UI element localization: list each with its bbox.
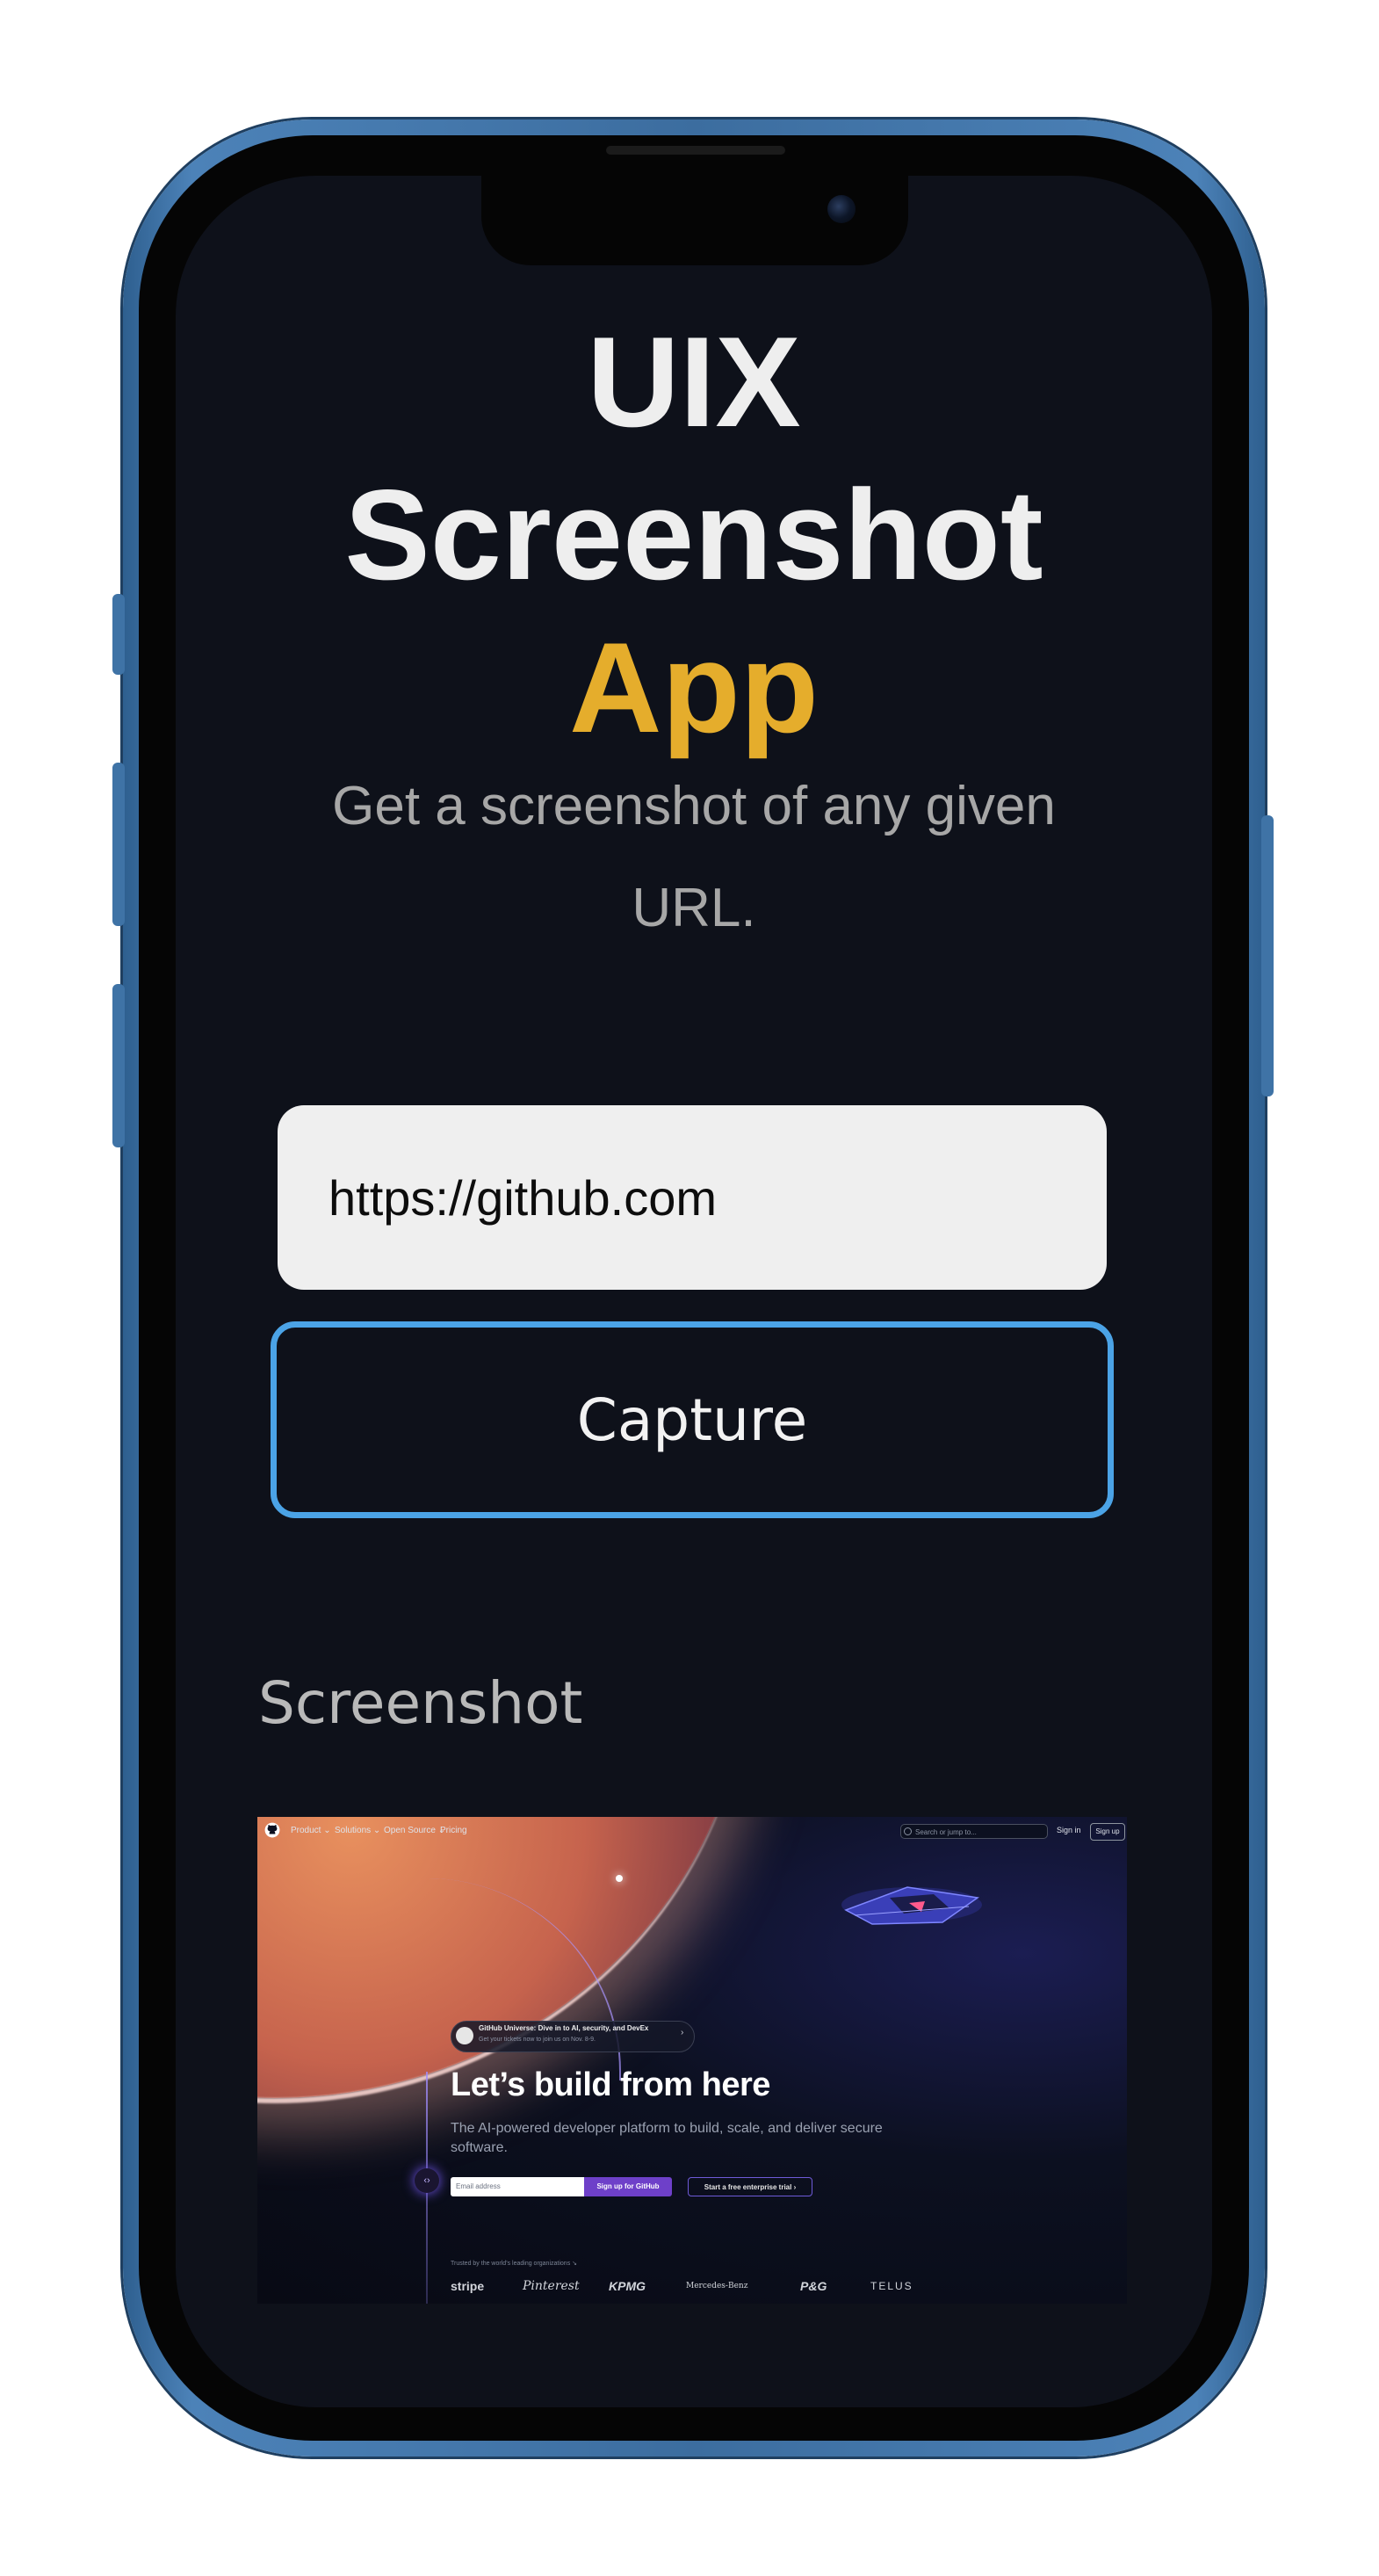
telus-logo: TELUS (870, 2280, 913, 2292)
mute-switch (112, 594, 125, 675)
capture-button[interactable]: Capture (271, 1321, 1114, 1518)
app-title-line-1: UIX (587, 310, 801, 453)
app-subtitle: Get a screenshot of any given URL. (332, 776, 1056, 938)
preview-nav-solutions: Solutions ⌄ (335, 1826, 381, 1835)
github-logo-icon (264, 1822, 280, 1838)
notch (481, 176, 908, 265)
preview-star (616, 1875, 623, 1882)
url-input[interactable] (278, 1105, 1107, 1290)
stripe-logo: stripe (451, 2279, 485, 2293)
preview-customer-logos: stripe Pinterest KPMG Mercedes-Benz P&G … (451, 2276, 978, 2297)
volume-down-button (112, 984, 125, 1147)
app-title-line-3: App (569, 616, 819, 759)
preview-announcement-subtitle: Get your tickets now to join us on Nov. … (479, 2037, 596, 2043)
search-icon (904, 1827, 912, 1835)
power-button (1261, 815, 1274, 1096)
app-title-line-2: Screenshot (344, 463, 1043, 606)
preview-nav-open-source: Open Source ⌄ (384, 1826, 446, 1835)
preview-announcement-title: GitHub Universe: Dive in to AI, security… (479, 2024, 649, 2032)
front-camera-icon (827, 195, 856, 223)
preview-email-field: Email address (451, 2177, 584, 2196)
kpmg-logo: KPMG (609, 2279, 646, 2293)
preview-nav-pricing: Pricing (440, 1826, 467, 1835)
mercedes-benz-logo: Mercedes-Benz (686, 2282, 748, 2290)
pg-logo: P&G (800, 2279, 827, 2293)
pinterest-logo: Pinterest (523, 2279, 580, 2293)
preview-enterprise-button: Start a free enterprise trial › (688, 2177, 812, 2196)
screenshot-preview: ‹› Product ⌄ Solutions ⌄ Open Source ⌄ P… (257, 1817, 1127, 2304)
preview-nav-bar: Product ⌄ Solutions ⌄ Open Source ⌄ Pric… (257, 1817, 1127, 1849)
preview-sign-up: Sign up (1090, 1823, 1125, 1841)
preview-sign-in: Sign in (1057, 1826, 1081, 1834)
preview-lead: The AI-powered developer platform to bui… (451, 2121, 883, 2155)
preview-signup-button: Sign up for GitHub (584, 2177, 672, 2196)
earpiece-speaker (606, 146, 785, 155)
preview-nav-product: Product ⌄ (291, 1826, 331, 1835)
chevron-right-icon: › (681, 2028, 684, 2037)
preview-headline: Let’s build from here (451, 2066, 770, 2103)
preview-trusted-label: Trusted by the world’s leading organizat… (451, 2261, 577, 2267)
universe-icon (456, 2027, 473, 2044)
screenshot-section-label: Screenshot (258, 1669, 583, 1737)
preview-spaceship-illustration (841, 1886, 982, 1925)
phone-screen: UIX Screenshot App Get a screenshot of a… (176, 176, 1212, 2407)
preview-search-box: Search or jump to... (900, 1824, 1048, 1839)
volume-up-button (112, 763, 125, 926)
code-icon: ‹› (415, 2168, 439, 2193)
